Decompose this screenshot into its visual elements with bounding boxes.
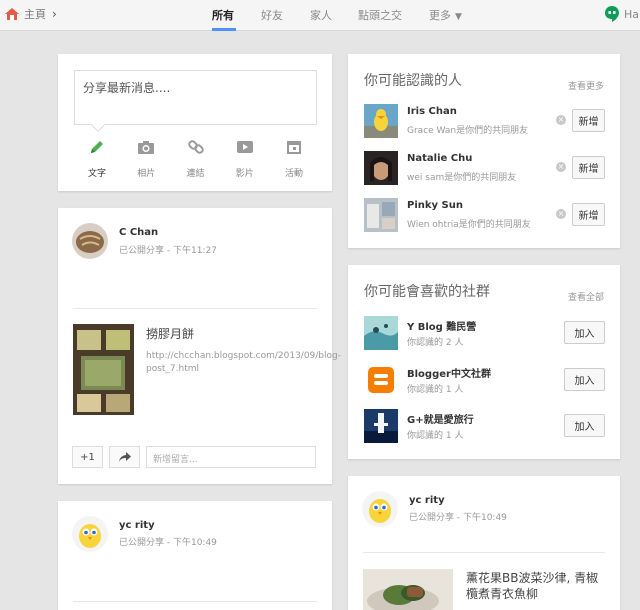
join-community-button[interactable]: 加入 <box>564 368 605 391</box>
community-suggestion: Blogger中文社群 你認識的 1 人 加入 <box>364 363 605 397</box>
share-video-label: 影片 <box>235 169 254 179</box>
see-more-link[interactable]: 查看更多 <box>568 79 604 92</box>
people-suggestions-title: 你可能認識的人 <box>364 73 462 89</box>
share-video-button[interactable]: 影片 <box>222 138 268 180</box>
person-suggestion: Iris Chan Grace Wan是你們的共同朋友 × 新增 <box>364 104 605 138</box>
tab-more-label: 更多 <box>429 9 451 22</box>
tab-acquaintances[interactable]: 點頭之交 <box>358 7 402 23</box>
tab-more[interactable]: 更多 ▼ <box>429 7 462 23</box>
link-thumbnail[interactable] <box>73 324 134 415</box>
community-name[interactable]: Blogger中文社群 <box>407 365 491 380</box>
post-meta: 已公開分享 - 下午10:49 <box>409 513 507 523</box>
share-text-label: 文字 <box>87 169 106 179</box>
video-icon <box>236 141 253 153</box>
share-box: 分享最新消息.... 文字 相片 連結 影片 活動 <box>58 54 332 191</box>
community-suggestion: Y Blog 難民營 你認識的 2 人 加入 <box>364 316 605 350</box>
hangouts-icon <box>605 6 619 22</box>
plus-one-button[interactable]: +1 <box>72 446 103 468</box>
mutual-friend-text: Grace Wan是你們的共同朋友 <box>407 126 529 136</box>
home-menu[interactable]: 主頁 › <box>4 6 57 22</box>
person-photo[interactable] <box>364 151 398 185</box>
community-name[interactable]: G+就是愛旅行 <box>407 411 474 426</box>
share-arrow-icon <box>118 452 131 462</box>
chevron-down-icon: ▼ <box>455 12 462 22</box>
hangouts-button[interactable]: Ha <box>605 6 639 22</box>
people-suggestions-card: 你可能認識的人 查看更多 Iris Chan Grace Wan是你們的共同朋友… <box>348 54 620 248</box>
community-suggestions-card: 你可能會喜歡的社群 查看全部 Y Blog 難民營 你認識的 2 人 加入 Bl… <box>348 265 620 459</box>
home-label: 主頁 <box>24 8 46 21</box>
person-name[interactable]: Iris Chan <box>407 106 457 117</box>
dismiss-icon[interactable]: × <box>556 209 566 219</box>
camera-icon <box>138 141 155 154</box>
share-text-button[interactable]: 文字 <box>74 138 120 180</box>
post-image[interactable] <box>363 569 453 610</box>
share-link-label: 連結 <box>186 169 205 179</box>
mutual-friend-text: wei sam是你們的共同朋友 <box>407 173 517 183</box>
mutual-friend-text: Wien ohtria是你們的共同朋友 <box>407 220 531 230</box>
community-members-text: 你認識的 1 人 <box>407 431 464 441</box>
person-name[interactable]: Natalie Chu <box>407 153 472 164</box>
chevron-right-icon: › <box>52 7 57 21</box>
divider <box>73 308 317 309</box>
person-photo[interactable] <box>364 198 398 232</box>
community-photo[interactable] <box>364 409 398 443</box>
post-card-3: yc rity 已公開分享 - 下午10:49 薰花果BB波菜沙律, 青椒欖煮青… <box>348 476 620 610</box>
community-members-text: 你認識的 2 人 <box>407 338 464 348</box>
community-photo[interactable] <box>364 316 398 350</box>
home-icon <box>4 6 20 22</box>
community-photo[interactable] <box>364 363 398 397</box>
calendar-icon <box>287 141 301 154</box>
tab-family[interactable]: 家人 <box>310 7 332 23</box>
link-icon <box>187 140 204 154</box>
hangouts-label: Ha <box>624 7 640 21</box>
divider <box>363 552 605 553</box>
avatar[interactable] <box>72 223 108 259</box>
share-event-button[interactable]: 活動 <box>271 138 317 180</box>
person-name[interactable]: Pinky Sun <box>407 200 463 211</box>
share-photo-label: 相片 <box>137 169 156 179</box>
avatar[interactable] <box>72 516 108 552</box>
share-type-buttons: 文字 相片 連結 影片 活動 <box>74 138 317 180</box>
top-navigation-bar: 主頁 › 所有 好友 家人 點頭之交 更多 ▼ Ha <box>0 0 640 31</box>
pencil-icon <box>91 141 103 153</box>
dismiss-icon[interactable]: × <box>556 115 566 125</box>
divider <box>73 601 317 602</box>
person-suggestion: Pinky Sun Wien ohtria是你們的共同朋友 × 新增 <box>364 198 605 232</box>
active-tab-indicator <box>212 28 236 31</box>
tab-all[interactable]: 所有 <box>212 7 234 23</box>
avatar[interactable] <box>362 491 398 527</box>
community-members-text: 你認識的 1 人 <box>407 385 464 395</box>
post-author[interactable]: yc rity <box>119 520 155 531</box>
share-input[interactable]: 分享最新消息.... <box>74 70 317 125</box>
add-person-button[interactable]: 新增 <box>572 203 605 226</box>
community-name[interactable]: Y Blog 難民營 <box>407 318 476 333</box>
add-person-button[interactable]: 新增 <box>572 156 605 179</box>
add-person-button[interactable]: 新增 <box>572 109 605 132</box>
post-author[interactable]: yc rity <box>409 495 445 506</box>
join-community-button[interactable]: 加入 <box>564 414 605 437</box>
post-title[interactable]: 薰花果BB波菜沙律, 青椒欖煮青衣魚柳 <box>466 570 606 602</box>
person-photo[interactable] <box>364 104 398 138</box>
reshare-button[interactable] <box>109 446 140 468</box>
join-community-button[interactable]: 加入 <box>564 321 605 344</box>
dismiss-icon[interactable]: × <box>556 162 566 172</box>
tab-friends[interactable]: 好友 <box>261 7 283 23</box>
share-link-button[interactable]: 連結 <box>173 138 219 180</box>
link-title[interactable]: 撈膠月餅 <box>146 325 194 342</box>
community-suggestion: G+就是愛旅行 你認識的 1 人 加入 <box>364 409 605 443</box>
post-card-2: yc rity 已公開分享 - 下午10:49 <box>58 501 332 610</box>
person-suggestion: Natalie Chu wei sam是你們的共同朋友 × 新增 <box>364 151 605 185</box>
post-meta: 已公開分享 - 下午11:27 <box>119 246 217 256</box>
share-event-label: 活動 <box>284 169 303 179</box>
share-photo-button[interactable]: 相片 <box>123 138 169 180</box>
link-url[interactable]: http://chcchan.blogspot.com/2013/09/blog… <box>146 350 341 376</box>
comment-input[interactable]: 新增留言... <box>146 446 316 468</box>
see-all-link[interactable]: 查看全部 <box>568 290 604 303</box>
post-meta: 已公開分享 - 下午10:49 <box>119 538 217 548</box>
post-author[interactable]: C Chan <box>119 227 158 238</box>
post-card: C Chan 已公開分享 - 下午11:27 撈膠月餅 http://chcch… <box>58 208 341 484</box>
community-suggestions-title: 你可能會喜歡的社群 <box>364 284 490 300</box>
